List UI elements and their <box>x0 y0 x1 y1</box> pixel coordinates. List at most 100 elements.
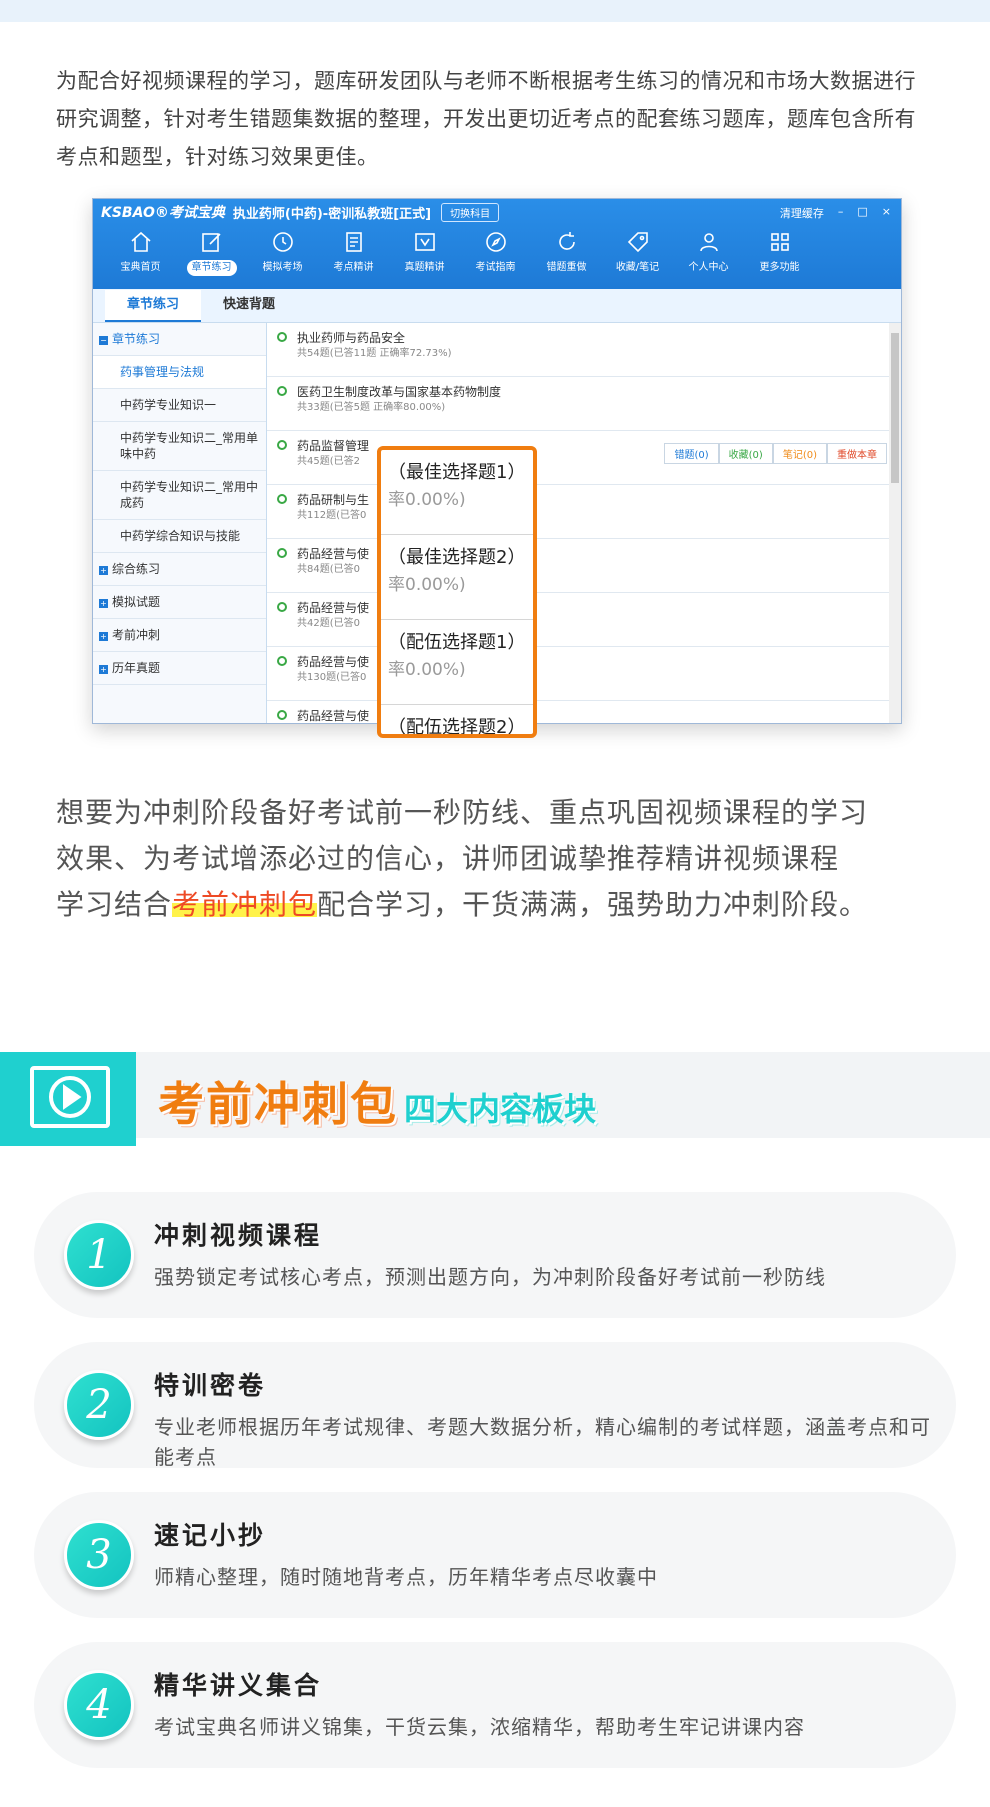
popup-item[interactable]: （配伍选择题2） <box>381 705 533 738</box>
tool-mock-exam[interactable]: 模拟考场 <box>247 225 318 276</box>
progress-circle-icon <box>277 386 287 396</box>
popup-item-rate: 率0.00%) <box>388 575 466 595</box>
progress-circle-icon <box>277 548 287 558</box>
intro-paragraph: 为配合好视频课程的学习，题库研发团队与老师不断根据考生练习的情况和市场大数据进行… <box>56 69 916 169</box>
chapter-row[interactable]: 药品经营与使 <box>267 701 901 723</box>
chapter-row[interactable]: 药品监督管理 共45题(已答2 错题(0) 收藏(0) 笔记(0) 重做本章 <box>267 431 901 485</box>
notes-button[interactable]: 笔记(0) <box>772 443 827 464</box>
promo-line-post: 配合学习，干货满满，强势助力冲刺阶段。 <box>317 888 869 921</box>
tool-label: 错题重做 <box>546 262 587 273</box>
sidebar-group[interactable]: + 综合练习 <box>93 553 266 586</box>
tool-past-papers[interactable]: 真题精讲 <box>389 225 460 276</box>
chapter-row[interactable]: 药品经营与使 共42题(已答0 <box>267 593 901 647</box>
tool-exam-guide[interactable]: 考试指南 <box>460 225 531 276</box>
card-description: 考试宝典名师讲义锦集，干货云集，浓缩精华，帮助考生牢记讲课内容 <box>154 1715 805 1739</box>
promo-line: 效果、为考试增添必过的信心，讲师团诚挚推荐精讲视频课程 <box>56 842 840 875</box>
maximize-icon[interactable]: □ <box>857 205 867 221</box>
sidebar-group[interactable]: + 考前冲刺 <box>93 619 266 652</box>
close-icon[interactable]: × <box>882 205 891 221</box>
popup-item-title: （配伍选择题1） <box>388 632 526 653</box>
popup-item-title: （最佳选择题1） <box>388 462 526 483</box>
top-strip <box>0 0 990 22</box>
grid-icon <box>744 225 815 259</box>
sidebar-root[interactable]: − 章节练习 <box>93 323 266 356</box>
popup-item-title: （最佳选择题2） <box>388 547 526 568</box>
promo-line: 学习结合考前冲刺包配合学习，干货满满，强势助力冲刺阶段。 <box>56 882 986 928</box>
tool-key-points[interactable]: 考点精讲 <box>318 225 389 276</box>
chapter-stats: 共33题(已答5题 正确率80.00%) <box>297 402 446 413</box>
sidebar-group[interactable]: + 历年真题 <box>93 652 266 685</box>
scrollbar[interactable] <box>889 323 901 723</box>
sidebar-item[interactable]: 中药学专业知识二_常用单味中药 <box>93 422 266 471</box>
card-description: 专业老师根据历年考试规律、考题大数据分析，精心编制的考试样题，涵盖考点和可能考点 <box>154 1415 931 1469</box>
expand-icon: + <box>99 599 108 608</box>
clear-cache-button[interactable]: 清理缓存 <box>780 205 824 221</box>
progress-circle-icon <box>277 710 287 720</box>
card-description: 师精心整理，随时随地背考点，历年精华考点尽收囊中 <box>154 1565 658 1589</box>
progress-circle-icon <box>277 656 287 666</box>
favorites-button[interactable]: 收藏(0) <box>718 443 773 464</box>
sidebar-item[interactable]: 中药学专业知识一 <box>93 389 266 422</box>
popup-item[interactable]: （配伍选择题1） 率0.00%) <box>381 620 533 705</box>
expand-icon: + <box>99 632 108 641</box>
sidebar-group-label: 模拟试题 <box>112 595 161 609</box>
app-titlebar: KSBAO®考试宝典 执业药师(中药)-密训私教班[正式] 切换科目 清理缓存 … <box>93 199 901 225</box>
expand-icon: + <box>99 566 108 575</box>
chapter-row[interactable]: 药品研制与生 共112题(已答0 <box>267 485 901 539</box>
tool-personal-center[interactable]: 个人中心 <box>673 225 744 276</box>
app-header: KSBAO®考试宝典 执业药师(中药)-密训私教班[正式] 切换科目 清理缓存 … <box>93 199 901 289</box>
tab-quick-review[interactable]: 快速背题 <box>201 290 297 322</box>
clock-icon <box>247 225 318 259</box>
popup-item[interactable]: （最佳选择题2） 率0.00%) <box>381 535 533 620</box>
sidebar-item[interactable]: 中药学综合知识与技能 <box>93 520 266 553</box>
progress-circle-icon <box>277 494 287 504</box>
popup-item-rate: 率0.00%) <box>388 490 466 510</box>
chapter-row[interactable]: 执业药师与药品安全共54题(已答11题 正确率72.73%) <box>267 323 901 377</box>
popup-item-title: （配伍选择题2） <box>388 717 526 738</box>
chapter-stats: 共54题(已答11题 正确率72.73%) <box>297 348 452 359</box>
tool-label: 个人中心 <box>688 262 729 273</box>
sidebar-group[interactable]: + 模拟试题 <box>93 586 266 619</box>
card-title: 特训密卷 <box>154 1371 267 1400</box>
progress-circle-icon <box>277 440 287 450</box>
card-title: 精华讲义集合 <box>154 1671 323 1700</box>
redo-chapter-button[interactable]: 重做本章 <box>827 443 887 464</box>
sidebar-root-label: 章节练习 <box>112 332 161 346</box>
tool-chapter-practice[interactable]: 章节练习 <box>176 225 247 276</box>
sidebar: − 章节练习 药事管理与法规 中药学专业知识一 中药学专业知识二_常用单味中药 中… <box>93 323 267 723</box>
chapter-row[interactable]: 药品经营与使 共84题(已答0 <box>267 539 901 593</box>
section-icon-block <box>0 1052 136 1146</box>
wrong-questions-button[interactable]: 错题(0) <box>664 443 719 464</box>
card-description: 强势锁定考试核心考点，预测出题方向，为冲刺阶段备好考试前一秒防线 <box>154 1265 826 1289</box>
number-badge: 3 <box>64 1520 134 1590</box>
sidebar-group-label: 历年真题 <box>112 661 161 675</box>
tool-more[interactable]: 更多功能 <box>744 225 815 276</box>
chapter-row[interactable]: 医药卫生制度改革与国家基本药物制度 共33题(已答5题 正确率80.00%) <box>267 377 901 431</box>
chapter-title: 执业药师与药品安全 <box>297 331 406 345</box>
chapter-row[interactable]: 药品经营与使 共130题(已答0 <box>267 647 901 701</box>
scroll-thumb[interactable] <box>891 333 899 483</box>
minimize-icon[interactable]: – <box>838 205 844 221</box>
popup-item[interactable]: （最佳选择题1） 率0.00%) <box>381 450 533 535</box>
compass-icon <box>460 225 531 259</box>
switch-subject-button[interactable]: 切换科目 <box>441 202 500 222</box>
book-icon <box>389 225 460 259</box>
refresh-icon <box>531 225 602 259</box>
sidebar-item[interactable]: 药事管理与法规 <box>93 356 266 389</box>
card-title: 速记小抄 <box>154 1521 267 1550</box>
sidebar-item[interactable]: 中药学专业知识二_常用中成药 <box>93 471 266 520</box>
tool-home[interactable]: 宝典首页 <box>105 225 176 276</box>
number-badge: 4 <box>64 1670 134 1740</box>
tab-chapter-practice[interactable]: 章节练习 <box>105 290 202 322</box>
window-controls: 清理缓存 – □ × <box>780 205 891 221</box>
number-badge: 1 <box>64 1220 134 1290</box>
number-badge: 2 <box>64 1370 134 1440</box>
progress-circle-icon <box>277 602 287 612</box>
highlight-text: 考前冲刺包 <box>172 888 318 921</box>
edit-icon <box>176 225 247 259</box>
sidebar-group-label: 综合练习 <box>112 562 161 576</box>
tool-label: 更多功能 <box>759 262 800 273</box>
section-subtitle: 四大内容板块 <box>404 1090 597 1128</box>
tool-favorites-notes[interactable]: 收藏/笔记 <box>602 225 673 276</box>
tool-wrong-redo[interactable]: 错题重做 <box>531 225 602 276</box>
